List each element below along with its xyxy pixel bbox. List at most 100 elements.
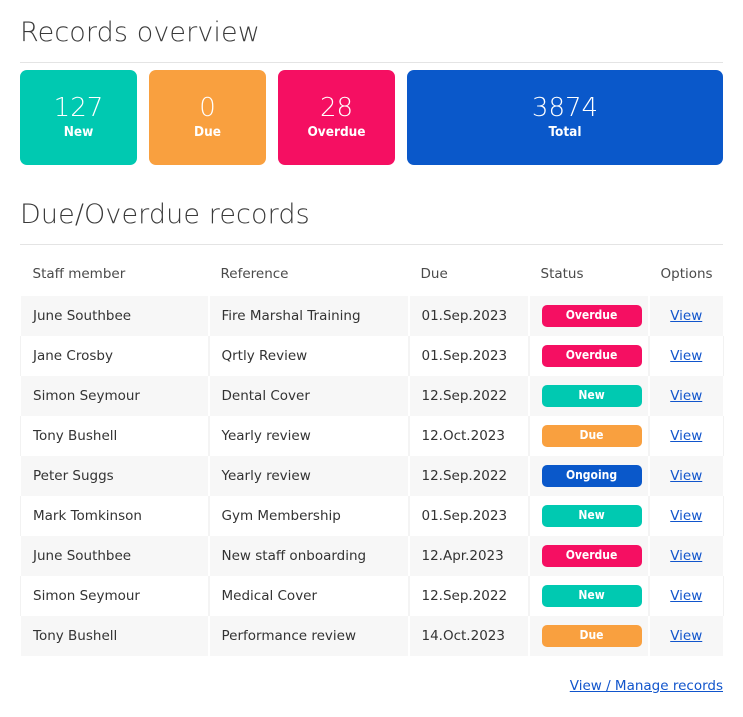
cell-staff-member: Simon Seymour <box>20 576 209 616</box>
records-heading-block: Due/Overdue records <box>20 200 723 245</box>
cell-staff-member: Jane Crosby <box>20 336 209 376</box>
status-badge: New <box>541 385 642 407</box>
cell-status: New <box>527 376 649 416</box>
table-row: Jane Crosby Qrtly Review 01.Sep.2023 Overdu… <box>20 336 724 376</box>
status-badge: New <box>541 585 642 607</box>
cell-options: View <box>647 576 724 616</box>
cell-status: New <box>527 496 649 536</box>
records-section-title: Due/Overdue records <box>20 199 310 230</box>
cell-options: View <box>647 336 724 376</box>
stat-card-total[interactable]: 3874 Total <box>407 70 723 165</box>
records-heading-rule <box>20 243 723 245</box>
cell-reference: Performance review <box>207 616 409 656</box>
cell-status: Ongoing <box>527 456 649 496</box>
cell-due-date: 01.Sep.2023 <box>407 496 529 536</box>
table-row: Simon Seymour Medical Cover 12.Sep.2022 New… <box>20 576 724 616</box>
records-table-head: Staff member Reference Due Status Options <box>21 258 724 296</box>
status-badge: Ongoing <box>541 465 642 487</box>
column-header-due: Due <box>420 266 448 282</box>
view-record-link[interactable]: View <box>670 428 702 444</box>
records-overview-page: Records overview 127 New 0 Due 28 Overdue 3874… <box>0 0 743 717</box>
table-row: Peter Suggs Yearly review 12.Sep.2022 Ongoi… <box>20 456 724 496</box>
status-badge: Overdue <box>541 305 642 327</box>
cell-reference: Dental Cover <box>207 376 409 416</box>
view-manage-records-link[interactable]: View / Manage records <box>570 678 723 694</box>
stat-card-label: Total <box>548 124 582 141</box>
cell-reference: Yearly review <box>207 456 409 496</box>
cell-due-date: 14.Oct.2023 <box>407 616 529 656</box>
cell-status: Overdue <box>527 296 649 336</box>
status-badge: Due <box>541 625 642 647</box>
stat-card-value: 0 <box>199 92 216 123</box>
cell-options: View <box>647 296 724 336</box>
cell-staff-member: June Southbee <box>20 536 209 576</box>
stat-card-label: Overdue <box>307 124 366 141</box>
cell-reference: New staff onboarding <box>207 536 409 576</box>
table-row: Tony Bushell Yearly review 12.Oct.2023 Due V… <box>20 416 724 456</box>
cell-status: Due <box>527 616 649 656</box>
table-row: June Southbee Fire Marshal Training 01.Sep… <box>20 296 724 336</box>
cell-reference: Medical Cover <box>207 576 409 616</box>
cell-staff-member: Simon Seymour <box>20 376 209 416</box>
cell-options: View <box>647 496 724 536</box>
cell-staff-member: Tony Bushell <box>20 416 209 456</box>
view-record-link[interactable]: View <box>670 508 702 524</box>
view-record-link[interactable]: View <box>670 308 702 324</box>
cell-reference: Qrtly Review <box>207 336 409 376</box>
status-badge: Overdue <box>541 545 642 567</box>
cell-options: View <box>647 416 724 456</box>
column-header-options: Options <box>660 266 713 282</box>
page-title: Records overview <box>20 17 260 48</box>
overview-heading-rule <box>20 61 723 63</box>
cell-due-date: 12.Sep.2022 <box>407 376 529 416</box>
status-badge: Overdue <box>541 345 642 367</box>
column-header-reference: Reference <box>220 266 289 282</box>
table-row: Mark Tomkinson Gym Membership 01.Sep.2023 N… <box>20 496 724 536</box>
cell-staff-member: Mark Tomkinson <box>20 496 209 536</box>
cell-due-date: 01.Sep.2023 <box>407 296 529 336</box>
cell-staff-member: June Southbee <box>20 296 209 336</box>
cell-due-date: 12.Apr.2023 <box>407 536 529 576</box>
cell-due-date: 12.Oct.2023 <box>407 416 529 456</box>
cell-staff-member: Tony Bushell <box>20 616 209 656</box>
stat-card-label: Due <box>194 124 221 141</box>
cell-reference: Gym Membership <box>207 496 409 536</box>
view-record-link[interactable]: View <box>670 348 702 364</box>
records-table: Staff member Reference Due Status Options Ju… <box>20 258 724 656</box>
view-record-link[interactable]: View <box>670 388 702 404</box>
cell-options: View <box>647 376 724 416</box>
status-badge: New <box>541 505 642 527</box>
cell-status: New <box>527 576 649 616</box>
cell-staff-member: Peter Suggs <box>20 456 209 496</box>
view-record-link[interactable]: View <box>670 548 702 564</box>
table-header-row: Staff member Reference Due Status Options <box>21 258 724 296</box>
cell-options: View <box>647 536 724 576</box>
cell-due-date: 12.Sep.2022 <box>407 456 529 496</box>
stat-card-overdue[interactable]: 28 Overdue <box>278 70 395 165</box>
view-record-link[interactable]: View <box>670 628 702 644</box>
cell-due-date: 01.Sep.2023 <box>407 336 529 376</box>
stat-card-value: 28 <box>319 92 354 123</box>
table-row: Tony Bushell Performance review 14.Oct.202… <box>20 616 724 656</box>
cell-reference: Fire Marshal Training <box>207 296 409 336</box>
stat-card-label: New <box>63 124 94 141</box>
cell-due-date: 12.Sep.2022 <box>407 576 529 616</box>
stat-card-value: 3874 <box>531 92 599 123</box>
cell-status: Due <box>527 416 649 456</box>
stat-card-new[interactable]: 127 New <box>20 70 137 165</box>
cell-options: View <box>647 616 724 656</box>
stat-card-due[interactable]: 0 Due <box>149 70 266 165</box>
stat-card-value: 127 <box>53 92 104 123</box>
column-header-status: Status <box>540 266 584 282</box>
cell-status: Overdue <box>527 536 649 576</box>
cell-options: View <box>647 456 724 496</box>
table-row: June Southbee New staff onboarding 12.Apr.… <box>20 536 724 576</box>
overview-heading-block: Records overview <box>20 18 723 63</box>
table-row: Simon Seymour Dental Cover 12.Sep.2022 New V… <box>20 376 724 416</box>
records-table-body: June Southbee Fire Marshal Training 01.Sep… <box>20 296 724 656</box>
view-record-link[interactable]: View <box>670 468 702 484</box>
view-record-link[interactable]: View <box>670 588 702 604</box>
status-badge: Due <box>541 425 642 447</box>
column-header-staff-member: Staff member <box>32 266 126 282</box>
cell-reference: Yearly review <box>207 416 409 456</box>
